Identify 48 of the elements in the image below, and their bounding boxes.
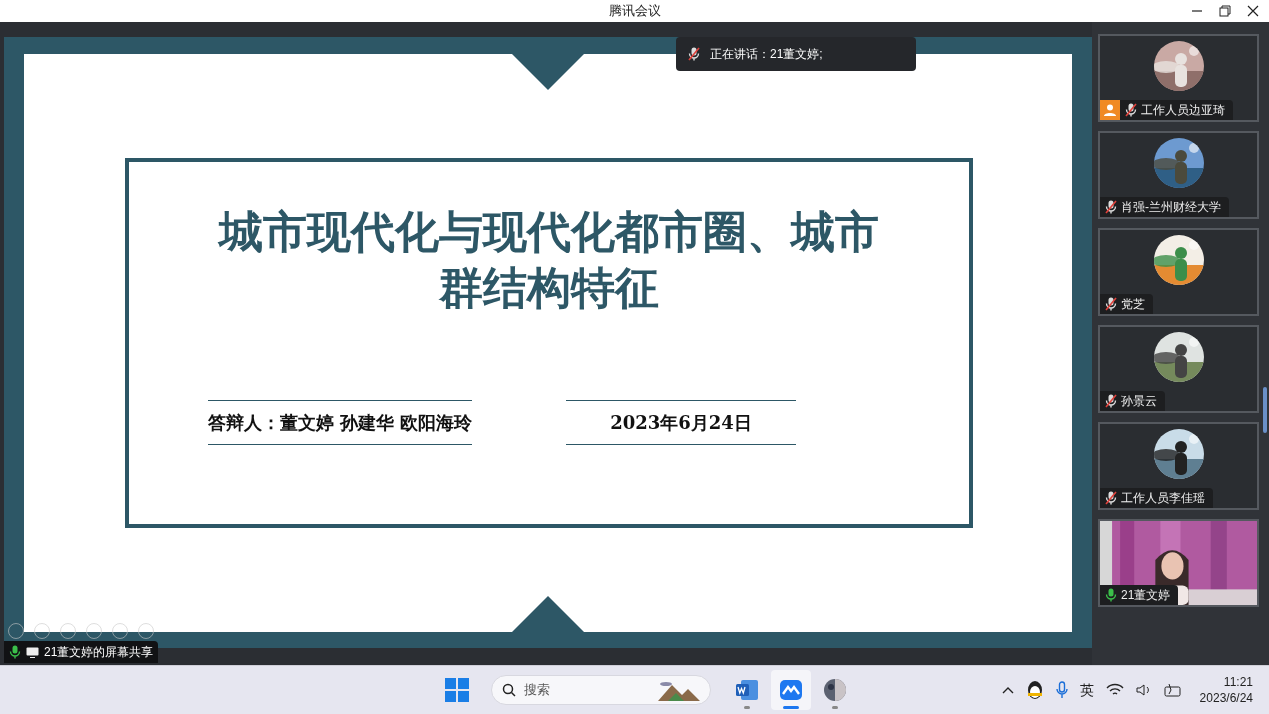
search-icon — [502, 683, 516, 697]
battery-icon[interactable] — [1163, 683, 1182, 697]
participant-name: 肖强-兰州财经大学 — [1121, 199, 1221, 216]
scrollbar-thumb[interactable] — [1263, 387, 1267, 433]
input-method[interactable]: 英 — [1079, 679, 1094, 701]
participant-tile[interactable]: 肖强-兰州财经大学 — [1098, 131, 1259, 219]
slide-title: 城市现代化与现代化都市圈、城市群结构特征 — [217, 205, 880, 315]
chevron-up-icon[interactable] — [1001, 686, 1014, 694]
share-text: 21董文婷的屏幕共享 — [44, 644, 154, 661]
participant-name: 21董文婷 — [1121, 587, 1171, 604]
participant-tile[interactable]: 工作人员李佳瑶 — [1098, 422, 1259, 510]
muted-mic-icon — [1105, 297, 1117, 311]
muted-mic-icon — [1105, 394, 1117, 408]
participant-tile[interactable]: 党芝 — [1098, 228, 1259, 316]
muted-mic-icon — [688, 47, 700, 61]
search-placeholder: 搜索 — [524, 681, 551, 700]
mic-icon — [9, 645, 21, 659]
participant-tile[interactable]: 工作人员边亚琦 — [1098, 34, 1259, 122]
video-tile[interactable]: 21董文婷 — [1098, 519, 1259, 607]
mountain-icon — [656, 679, 700, 701]
speaking-text: 正在讲话：21董文婷; — [710, 46, 823, 63]
participant-name: 工作人员边亚琦 — [1141, 102, 1225, 119]
muted-mic-icon — [1105, 491, 1117, 505]
clock[interactable]: 11:21 2023/6/24 — [1199, 674, 1253, 706]
screen-share-icon — [26, 646, 39, 658]
participant-name: 党芝 — [1121, 296, 1145, 313]
participant-name: 孙景云 — [1121, 393, 1157, 410]
clock-date: 2023/6/24 — [1199, 690, 1253, 706]
muted-mic-icon — [1125, 103, 1137, 117]
penguin-icon[interactable] — [1025, 680, 1044, 700]
clock-time: 11:21 — [1223, 674, 1253, 690]
windows-start-icon[interactable] — [445, 678, 469, 702]
mic-tray-icon[interactable] — [1055, 681, 1068, 699]
search-field[interactable]: 搜索 — [491, 675, 711, 705]
meeting-app-icon[interactable] — [771, 670, 811, 710]
triangle-ornament — [512, 596, 584, 632]
wifi-icon[interactable] — [1105, 683, 1124, 697]
muted-mic-icon — [1105, 200, 1117, 214]
restore-icon[interactable] — [1219, 5, 1231, 17]
mic-icon — [1105, 588, 1117, 602]
participant-tile[interactable]: 孙景云 — [1098, 325, 1259, 413]
slide-date: 2023年6月24日 — [566, 400, 797, 445]
triangle-ornament — [512, 54, 584, 90]
window-title: 腾讯会议 — [608, 2, 661, 21]
participant-name: 工作人员李佳瑶 — [1121, 490, 1205, 507]
close-icon[interactable] — [1247, 5, 1259, 17]
presenters: 答辩人：董文婷 孙建华 欧阳海玲 — [207, 400, 473, 445]
volume-icon[interactable] — [1135, 683, 1152, 697]
